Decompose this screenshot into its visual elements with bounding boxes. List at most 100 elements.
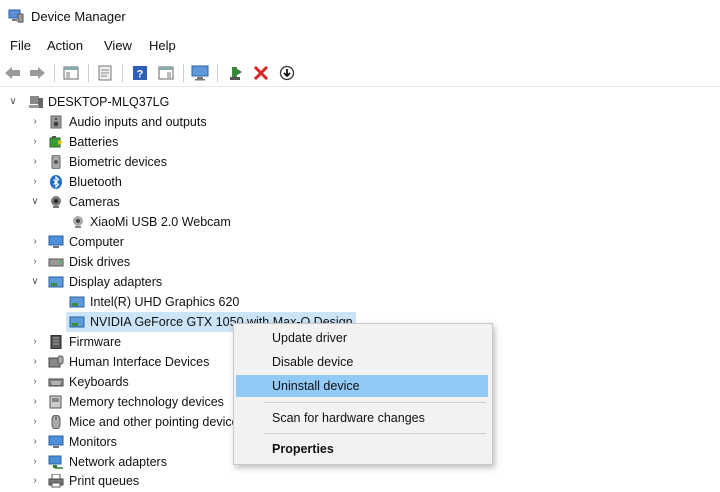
ctx-item-label: Scan for hardware changes xyxy=(272,411,425,425)
back-icon[interactable] xyxy=(4,64,22,82)
tree-item-label: Network adapters xyxy=(69,455,167,469)
ctx-item-label: Disable device xyxy=(272,355,354,369)
tree-item-label: Batteries xyxy=(69,135,119,149)
display-adapter-icon xyxy=(69,316,85,328)
scan-monitor-icon[interactable] xyxy=(191,64,209,82)
ctx-item-label: Update driver xyxy=(272,331,348,345)
menu-help[interactable]: Help xyxy=(149,38,176,53)
tree-item-batteries[interactable]: › Batteries xyxy=(0,132,720,152)
tree-item-display-adapters[interactable]: ∨ Display adapters xyxy=(0,272,720,292)
tree-item-label: Monitors xyxy=(69,435,117,449)
tree-item-label: Memory technology devices xyxy=(69,395,224,409)
chevron-down-icon[interactable]: ∨ xyxy=(30,192,40,212)
device-manager-icon xyxy=(8,9,24,23)
chevron-right-icon[interactable]: › xyxy=(30,172,40,192)
tree-item-intel-graphics[interactable]: Intel(R) UHD Graphics 620 xyxy=(0,292,720,312)
chevron-right-icon[interactable]: › xyxy=(30,152,40,172)
memory-card-icon xyxy=(49,395,62,409)
tree-root[interactable]: ∨ DESKTOP-MLQ37LG xyxy=(0,92,720,112)
tree-item-label: Firmware xyxy=(69,335,122,349)
chevron-right-icon[interactable]: › xyxy=(30,352,40,372)
tree-item-label: Mice and other pointing devices xyxy=(69,415,245,429)
display-adapter-icon xyxy=(69,296,85,308)
view-panel-icon[interactable] xyxy=(157,64,175,82)
disk-drive-icon xyxy=(48,258,64,267)
bluetooth-icon xyxy=(50,175,62,189)
ctx-update-driver[interactable]: Update driver xyxy=(236,327,488,349)
printer-icon xyxy=(48,474,64,488)
tree-item-cameras[interactable]: ∨ Cameras xyxy=(0,192,720,212)
ctx-separator xyxy=(264,433,486,434)
chevron-right-icon[interactable]: › xyxy=(30,372,40,392)
forward-icon[interactable] xyxy=(28,64,46,82)
show-hide-console-tree-icon[interactable] xyxy=(62,64,80,82)
mouse-icon xyxy=(51,415,61,429)
firmware-chip-icon xyxy=(50,335,62,349)
tree-item-label: Biometric devices xyxy=(69,155,167,169)
tree-item-label: Audio inputs and outputs xyxy=(69,115,207,129)
uninstall-icon[interactable] xyxy=(252,64,270,82)
chevron-down-icon[interactable]: ∨ xyxy=(30,272,40,292)
tree-item-computer[interactable]: › Computer xyxy=(0,232,720,252)
ctx-properties[interactable]: Properties xyxy=(236,438,488,460)
tree-item-label: Keyboards xyxy=(69,375,129,389)
chevron-right-icon[interactable]: › xyxy=(30,471,40,491)
tree-item-bluetooth[interactable]: › Bluetooth xyxy=(0,172,720,192)
properties-sheet-icon[interactable] xyxy=(96,64,114,82)
tree-root-label: DESKTOP-MLQ37LG xyxy=(48,95,170,109)
tree-item-audio[interactable]: › Audio inputs and outputs xyxy=(0,112,720,132)
menu-action[interactable]: Action xyxy=(47,38,83,53)
ctx-item-label: Uninstall device xyxy=(272,379,360,393)
tree-item-label: Intel(R) UHD Graphics 620 xyxy=(90,295,240,309)
monitor-icon xyxy=(48,235,64,248)
help-icon[interactable]: ? xyxy=(131,64,149,82)
tree-item-print-queues[interactable]: › Print queues xyxy=(0,471,720,491)
window-title: Device Manager xyxy=(31,9,126,24)
tree-item-label: Cameras xyxy=(69,195,120,209)
ctx-scan-hardware[interactable]: Scan for hardware changes xyxy=(236,407,488,429)
tree-item-label: Disk drives xyxy=(69,255,131,269)
chevron-right-icon[interactable]: › xyxy=(30,432,40,452)
chevron-right-icon[interactable]: › xyxy=(30,412,40,432)
speaker-icon xyxy=(50,115,62,129)
chevron-right-icon[interactable]: › xyxy=(30,452,40,472)
chevron-right-icon[interactable]: › xyxy=(30,332,40,352)
monitor-icon xyxy=(48,435,64,448)
network-adapter-icon xyxy=(48,455,63,469)
ctx-item-label: Properties xyxy=(272,442,334,456)
tree-item-label: Human Interface Devices xyxy=(69,355,210,369)
ctx-disable-device[interactable]: Disable device xyxy=(236,351,488,373)
chevron-down-icon[interactable]: ∨ xyxy=(8,92,18,112)
chevron-right-icon[interactable]: › xyxy=(30,232,40,252)
chevron-right-icon[interactable]: › xyxy=(30,112,40,132)
tree-item-label: Bluetooth xyxy=(69,175,122,189)
toolbar: ? xyxy=(0,60,720,87)
webcam-icon xyxy=(51,196,61,208)
tree-item-label: XiaoMi USB 2.0 Webcam xyxy=(90,215,231,229)
tree-item-label: Print queues xyxy=(69,474,140,488)
menu-file[interactable]: File xyxy=(10,38,31,53)
tree-item-label: Computer xyxy=(69,235,124,249)
menu-view[interactable]: View xyxy=(104,38,132,53)
ctx-uninstall-device[interactable]: Uninstall device xyxy=(236,375,488,397)
update-driver-icon[interactable] xyxy=(226,64,244,82)
chevron-right-icon[interactable]: › xyxy=(30,132,40,152)
title-bar: Device Manager xyxy=(0,0,720,32)
battery-icon xyxy=(49,136,63,148)
webcam-icon xyxy=(73,216,83,228)
ctx-separator xyxy=(264,402,486,403)
computer-icon xyxy=(29,96,43,108)
tree-item-biometric[interactable]: › Biometric devices xyxy=(0,152,720,172)
chevron-right-icon[interactable]: › xyxy=(30,252,40,272)
chevron-right-icon[interactable]: › xyxy=(30,392,40,412)
fingerprint-icon xyxy=(51,155,61,169)
enable-device-icon[interactable] xyxy=(278,64,296,82)
hid-icon xyxy=(48,355,64,368)
context-menu: Update driver Disable device Uninstall d… xyxy=(233,323,493,465)
display-adapter-icon xyxy=(48,276,64,288)
keyboard-icon xyxy=(48,378,64,387)
svg-text:?: ? xyxy=(137,69,144,81)
tree-item-disk-drives[interactable]: › Disk drives xyxy=(0,252,720,272)
menu-bar: File Action View Help xyxy=(0,36,720,56)
tree-item-webcam-device[interactable]: XiaoMi USB 2.0 Webcam xyxy=(0,212,720,232)
